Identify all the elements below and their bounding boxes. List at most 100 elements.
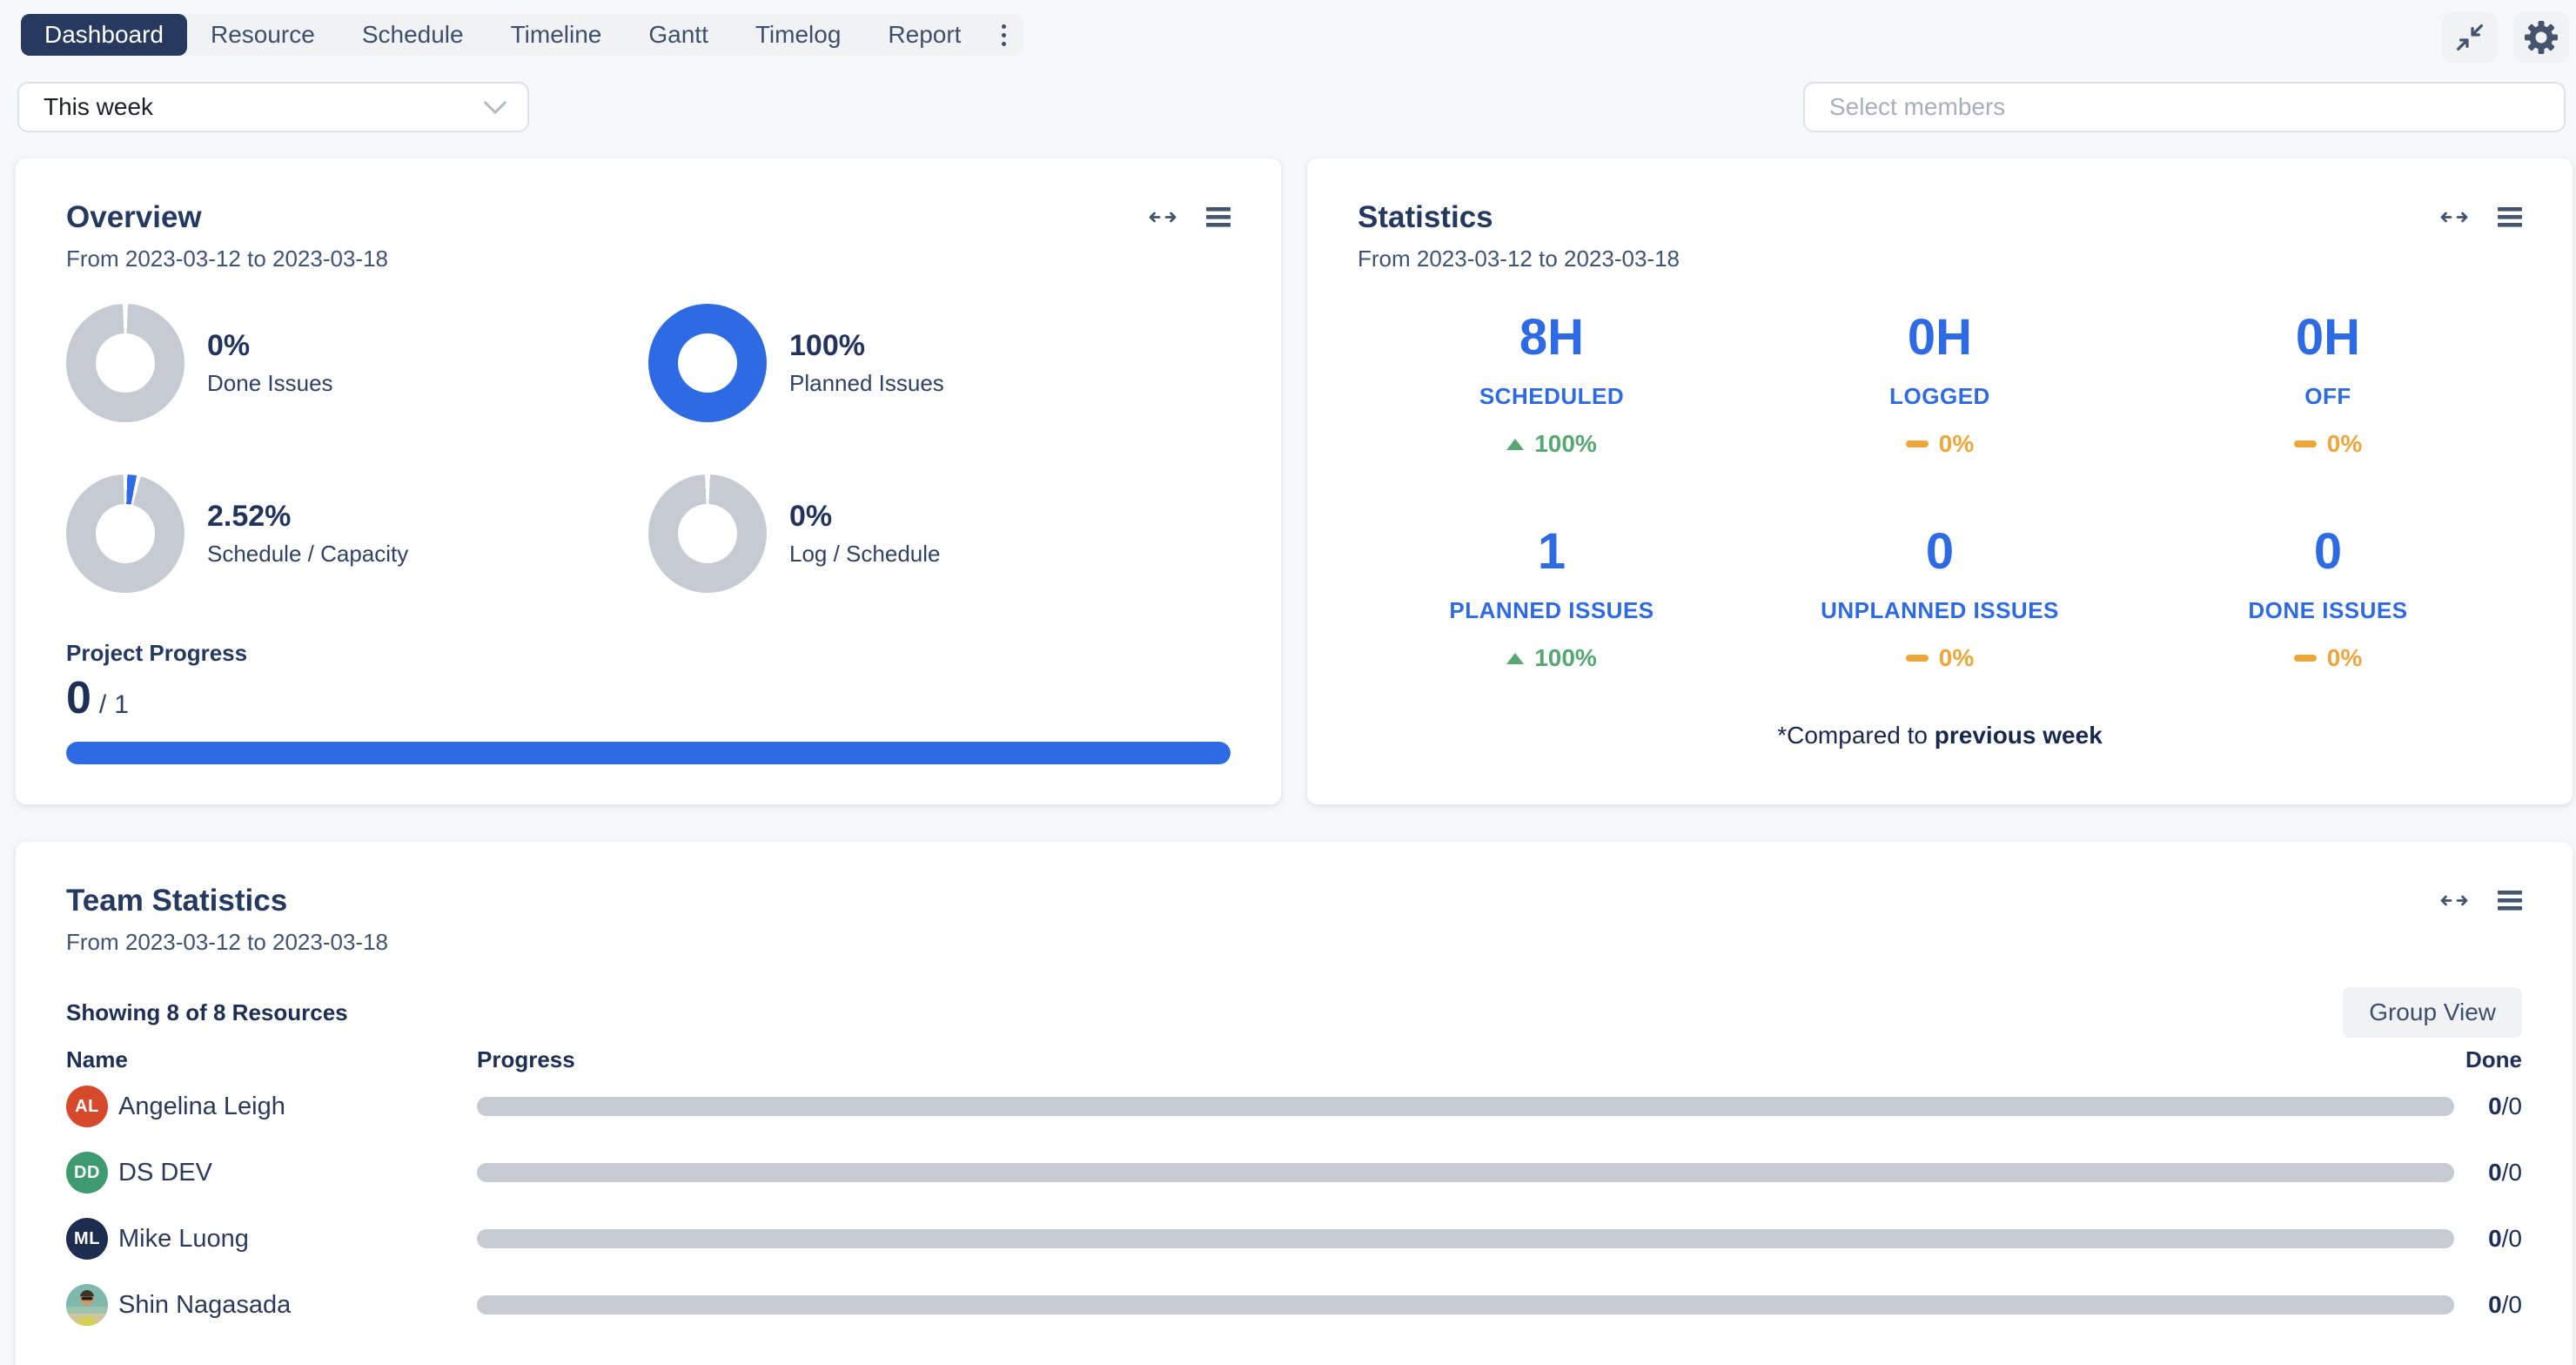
dashboard-page: Dashboard Resource Schedule Timeline Gan… bbox=[0, 0, 2576, 1365]
gear-icon bbox=[2524, 20, 2559, 55]
overview-expand-button[interactable] bbox=[1149, 210, 1177, 225]
hamburger-menu-icon bbox=[2498, 207, 2522, 227]
team-row-ds-dev[interactable]: DD DS DEV 0/0 bbox=[66, 1140, 2522, 1206]
member-done-count: 0/0 bbox=[2454, 1159, 2522, 1187]
trend-icon bbox=[2294, 440, 2317, 447]
member-progress-bar bbox=[477, 1229, 2454, 1248]
metric-delta-value: 0% bbox=[2327, 429, 2362, 459]
member-name: Angelina Leigh bbox=[118, 1093, 285, 1121]
metric-delta: 100% bbox=[1506, 643, 1597, 673]
overview-card: Overview From 2023-03-12 to 2023-03-18 bbox=[16, 158, 1281, 804]
main-nav: Dashboard Resource Schedule Timeline Gan… bbox=[21, 14, 1023, 56]
tab-dashboard[interactable]: Dashboard bbox=[21, 14, 187, 56]
overview-title: Overview bbox=[66, 200, 388, 235]
donut-value: 0% bbox=[207, 329, 333, 363]
overview-date-range: From 2023-03-12 to 2023-03-18 bbox=[66, 245, 388, 272]
trend-icon bbox=[1506, 439, 1524, 450]
avatar-initials: DD bbox=[66, 1152, 108, 1194]
metric-delta-value: 0% bbox=[1939, 429, 1974, 459]
members-input[interactable] bbox=[1803, 82, 2566, 132]
donut-schedule-capacity: 2.52% Schedule / Capacity bbox=[66, 474, 648, 593]
overview-menu-button[interactable] bbox=[1206, 207, 1231, 227]
project-progress-label: Project Progress bbox=[66, 640, 1231, 667]
statistics-menu-button[interactable] bbox=[2498, 207, 2522, 227]
donut-label: Done Issues bbox=[207, 370, 333, 397]
metric-done-issues: 0 DONE ISSUES 0% bbox=[2134, 521, 2522, 673]
progress-separator: / bbox=[99, 690, 106, 720]
team-row-mike-luong[interactable]: ML Mike Luong 0/0 bbox=[66, 1206, 2522, 1272]
member-progress-bar bbox=[477, 1097, 2454, 1116]
group-view-button[interactable]: Group View bbox=[2343, 987, 2522, 1038]
footnote-emphasis: previous week bbox=[1935, 722, 2103, 749]
statistics-metrics: 8H SCHEDULED 100% 0H LOGGED 0% 0H OFF bbox=[1358, 307, 2522, 673]
member-name: Mike Luong bbox=[118, 1225, 249, 1254]
donut-done-issues: 0% Done Issues bbox=[66, 304, 648, 422]
team-expand-button[interactable] bbox=[2440, 893, 2468, 908]
metric-value: 8H bbox=[1358, 307, 1746, 368]
donut-label: Log / Schedule bbox=[789, 541, 940, 568]
topbar-actions bbox=[2442, 12, 2569, 63]
donut-label: Schedule / Capacity bbox=[207, 541, 408, 568]
donut-chart-schedule-capacity bbox=[66, 474, 184, 593]
metric-delta: 100% bbox=[1506, 429, 1597, 459]
period-select[interactable]: This week bbox=[17, 82, 529, 132]
metric-value: 0 bbox=[2134, 521, 2522, 582]
team-row-angelina-leigh[interactable]: AL Angelina Leigh 0/0 bbox=[66, 1073, 2522, 1140]
donut-planned-issues: 100% Planned Issues bbox=[648, 304, 1231, 422]
metric-label: LOGGED bbox=[1746, 382, 2134, 410]
tab-timeline[interactable]: Timeline bbox=[487, 14, 626, 56]
tab-resource[interactable]: Resource bbox=[187, 14, 339, 56]
tab-timelog[interactable]: Timelog bbox=[732, 14, 865, 56]
donut-chart-done-issues bbox=[66, 304, 184, 422]
tab-report[interactable]: Report bbox=[864, 14, 984, 56]
metric-delta-value: 100% bbox=[1534, 429, 1597, 459]
member-name: DS DEV bbox=[118, 1159, 212, 1187]
metric-value: 0 bbox=[1746, 521, 2134, 582]
progress-total-count: 1 bbox=[114, 690, 129, 720]
member-progress-bar bbox=[477, 1163, 2454, 1182]
member-done-count: 0/0 bbox=[2454, 1291, 2522, 1319]
settings-button[interactable] bbox=[2513, 12, 2569, 63]
metric-label: DONE ISSUES bbox=[2134, 596, 2522, 624]
trend-icon bbox=[1906, 655, 1929, 662]
kebab-menu-icon bbox=[1002, 24, 1006, 46]
metric-label: PLANNED ISSUES bbox=[1358, 596, 1746, 624]
metric-delta: 0% bbox=[1906, 429, 1974, 459]
metric-scheduled: 8H SCHEDULED 100% bbox=[1358, 307, 1746, 459]
metric-unplanned-issues: 0 UNPLANNED ISSUES 0% bbox=[1746, 521, 2134, 673]
member-progress-bar bbox=[477, 1295, 2454, 1315]
donut-label: Planned Issues bbox=[789, 370, 944, 397]
donut-value: 0% bbox=[789, 500, 940, 534]
statistics-date-range: From 2023-03-12 to 2023-03-18 bbox=[1358, 245, 1680, 272]
metric-logged: 0H LOGGED 0% bbox=[1746, 307, 2134, 459]
column-header-progress: Progress bbox=[477, 1046, 2454, 1073]
team-row-shin-nagasada[interactable]: Shin Nagasada 0/0 bbox=[66, 1272, 2522, 1338]
team-table-header: Name Progress Done bbox=[66, 1046, 2522, 1073]
period-select-value: This week bbox=[44, 93, 153, 121]
avatar-photo bbox=[66, 1284, 108, 1326]
project-progress-section: Project Progress 0 / 1 bbox=[66, 640, 1231, 764]
team-menu-button[interactable] bbox=[2498, 891, 2522, 911]
metric-label: OFF bbox=[2134, 382, 2522, 410]
metric-delta: 0% bbox=[1906, 643, 1974, 673]
tab-gantt[interactable]: Gantt bbox=[625, 14, 731, 56]
hamburger-menu-icon bbox=[2498, 891, 2522, 911]
arrows-left-right-icon bbox=[1149, 210, 1177, 225]
footnote-prefix: *Compared to bbox=[1777, 722, 1935, 749]
nav-overflow-button[interactable] bbox=[984, 14, 1023, 56]
avatar-initials: AL bbox=[66, 1086, 108, 1127]
trend-icon bbox=[1906, 440, 1929, 447]
hamburger-menu-icon bbox=[1206, 207, 1231, 227]
tab-schedule[interactable]: Schedule bbox=[339, 14, 487, 56]
collapse-button[interactable] bbox=[2442, 12, 2498, 63]
statistics-card: Statistics From 2023-03-12 to 2023-03-18 bbox=[1307, 158, 2573, 804]
collapse-arrows-icon bbox=[2455, 23, 2485, 52]
statistics-expand-button[interactable] bbox=[2440, 210, 2468, 225]
metric-label: SCHEDULED bbox=[1358, 382, 1746, 410]
metric-delta-value: 0% bbox=[2327, 643, 2362, 673]
statistics-title: Statistics bbox=[1358, 200, 1680, 235]
metric-delta: 0% bbox=[2294, 643, 2362, 673]
column-header-name: Name bbox=[66, 1046, 477, 1073]
metric-value: 0H bbox=[1746, 307, 2134, 368]
donut-chart-log-schedule bbox=[648, 474, 767, 593]
